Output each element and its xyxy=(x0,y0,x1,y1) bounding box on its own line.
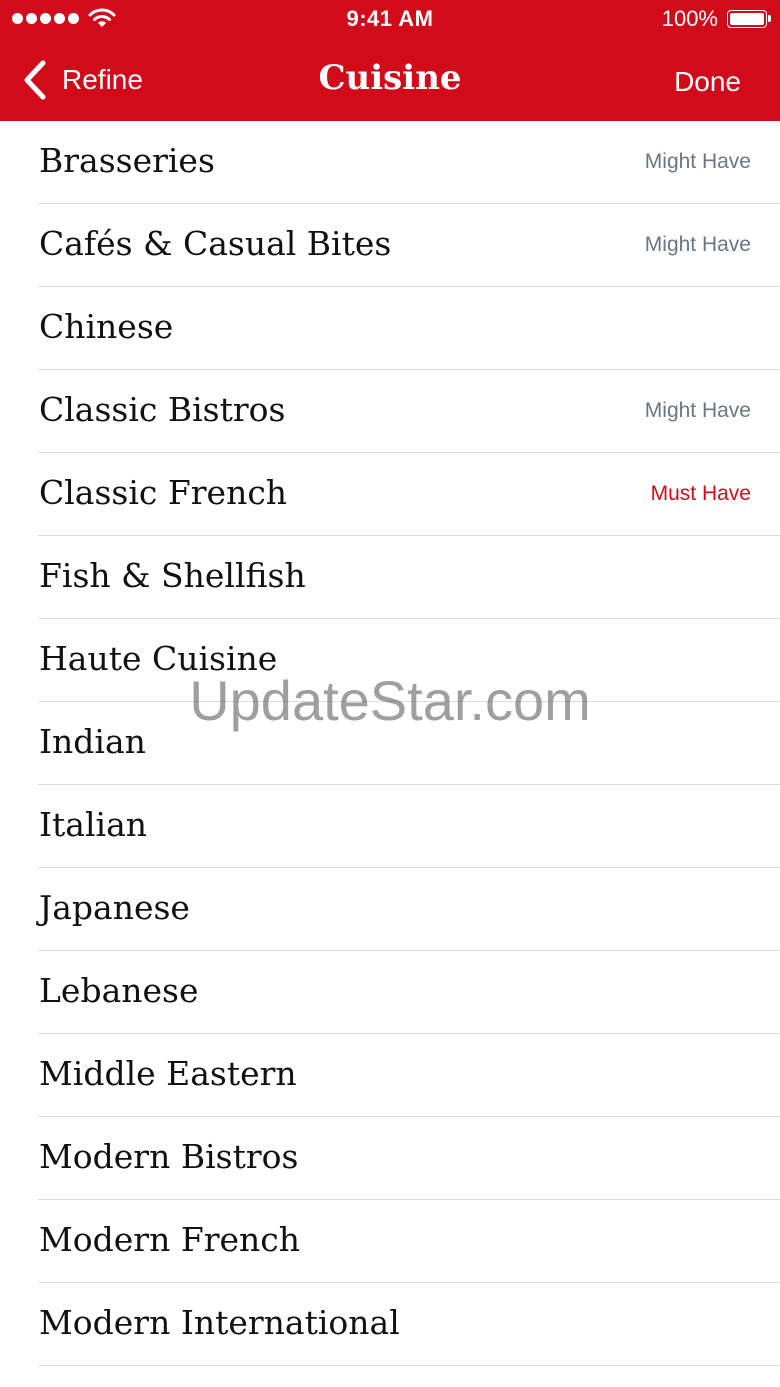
cuisine-list: Brasseries Might Have Cafés & Casual Bit… xyxy=(0,121,780,1366)
list-item[interactable]: Classic French Must Have xyxy=(38,453,780,536)
list-item[interactable]: Fish & Shellfish xyxy=(38,536,780,619)
navigation-bar: Refine Cuisine Done xyxy=(0,40,780,121)
cuisine-label: Lebanese xyxy=(39,971,199,1010)
preference-status: Might Have xyxy=(644,399,751,422)
list-item[interactable]: Indian xyxy=(38,702,780,785)
list-item[interactable]: Chinese xyxy=(38,287,780,370)
cuisine-label: Indian xyxy=(39,722,146,761)
list-item[interactable]: Lebanese xyxy=(38,951,780,1034)
cuisine-label: Italian xyxy=(39,805,148,844)
list-item[interactable]: Middle Eastern xyxy=(38,1034,780,1117)
cuisine-label: Modern French xyxy=(39,1220,301,1259)
cuisine-label: Modern Bistros xyxy=(39,1137,299,1176)
back-button[interactable]: Refine xyxy=(22,58,143,102)
list-item[interactable]: Classic Bistros Might Have xyxy=(38,370,780,453)
list-item[interactable]: Italian xyxy=(38,785,780,868)
list-item[interactable]: Haute Cuisine xyxy=(38,619,780,702)
battery-full-icon xyxy=(727,10,771,28)
cuisine-label: Japanese xyxy=(39,888,190,927)
cuisine-label: Brasseries xyxy=(39,141,215,180)
list-item[interactable]: Modern International xyxy=(38,1283,780,1366)
preference-status: Might Have xyxy=(644,150,751,173)
list-item[interactable]: Modern French xyxy=(38,1200,780,1283)
cuisine-label: Haute Cuisine xyxy=(39,639,278,678)
cuisine-label: Classic Bistros xyxy=(39,390,286,429)
cuisine-label: Chinese xyxy=(39,307,174,346)
cuisine-label: Classic French xyxy=(39,473,288,512)
cuisine-label: Modern International xyxy=(39,1303,400,1342)
done-button[interactable]: Done xyxy=(674,62,741,102)
preference-status: Must Have xyxy=(650,482,751,505)
cuisine-label: Middle Eastern xyxy=(39,1054,297,1093)
list-item[interactable]: Brasseries Might Have xyxy=(38,121,780,204)
chevron-left-icon xyxy=(24,60,46,100)
list-item[interactable]: Cafés & Casual Bites Might Have xyxy=(38,204,780,287)
list-item[interactable]: Modern Bistros xyxy=(38,1117,780,1200)
battery-percent: 100% xyxy=(661,6,718,31)
list-item[interactable]: Japanese xyxy=(38,868,780,951)
header: 9:41 AM 100% Refine Cuisine Done xyxy=(0,0,780,121)
status-bar: 9:41 AM 100% xyxy=(0,0,780,40)
preference-status: Might Have xyxy=(644,233,751,256)
back-label: Refine xyxy=(62,64,143,95)
cuisine-label: Cafés & Casual Bites xyxy=(39,224,392,263)
cuisine-label: Fish & Shellfish xyxy=(39,556,306,595)
